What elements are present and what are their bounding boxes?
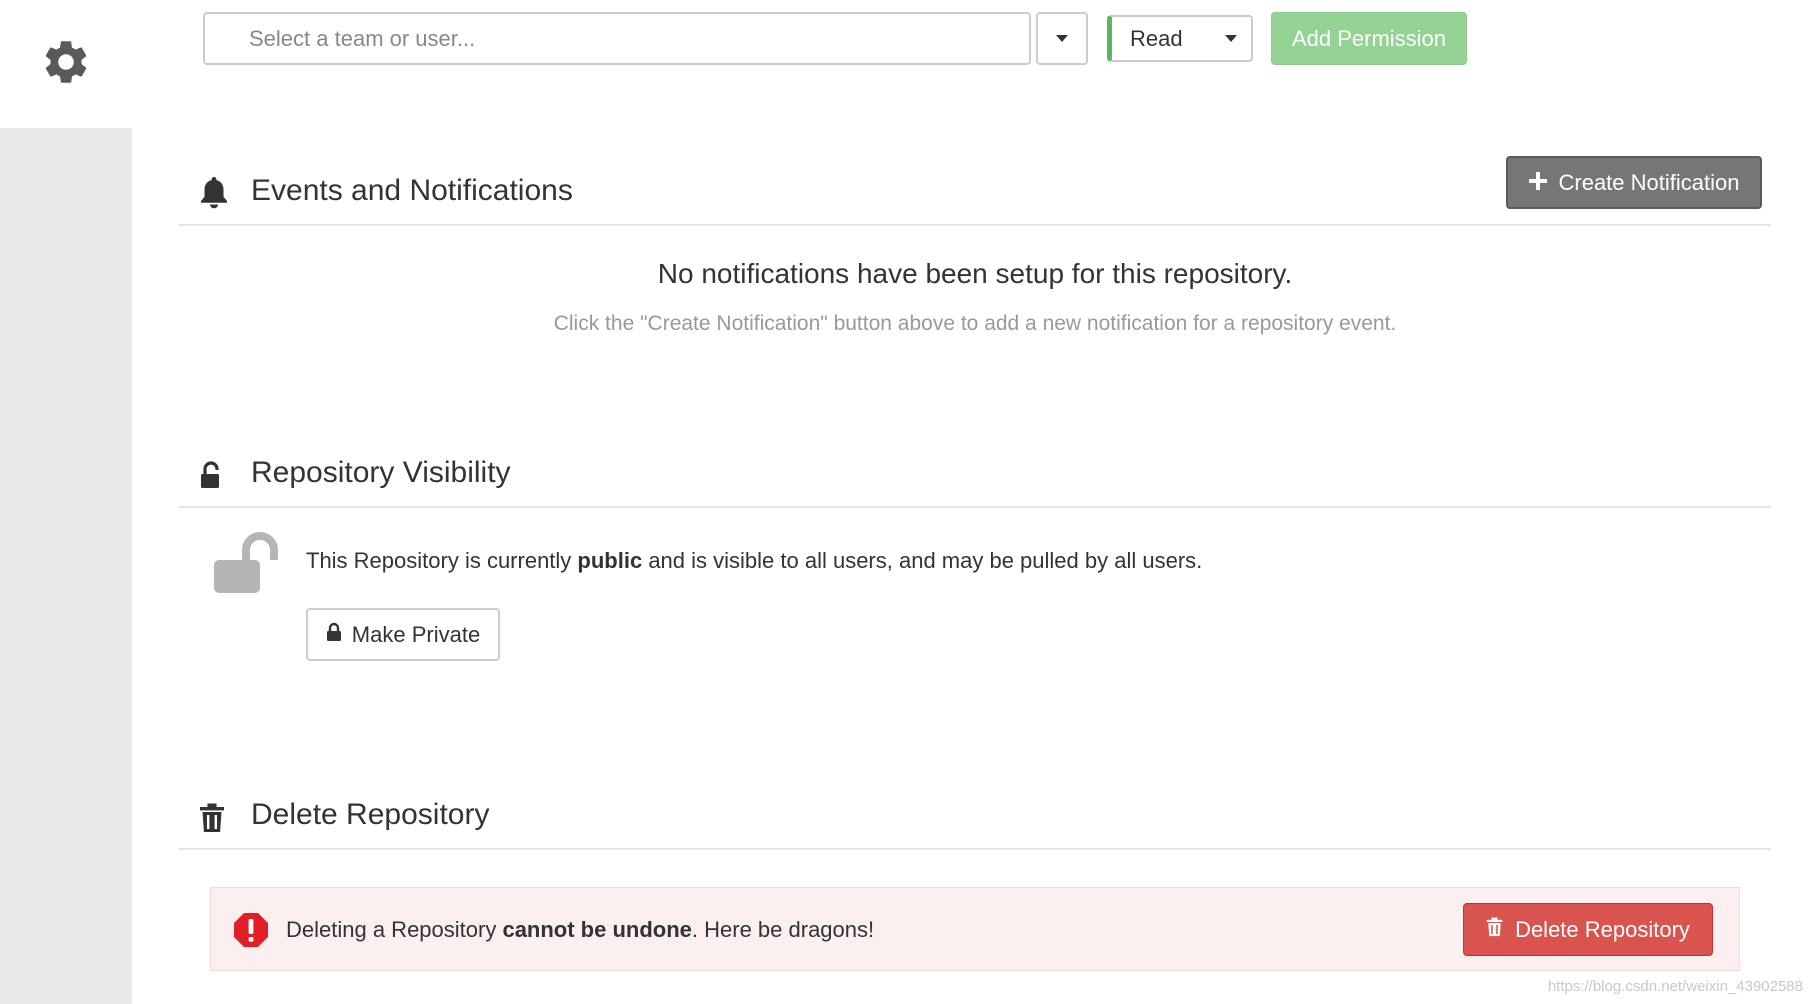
unlock-icon [199,460,225,492]
role-select-value: Read [1130,25,1183,51]
caret-down-icon [1225,35,1237,42]
make-private-button[interactable]: Make Private [306,608,500,661]
make-private-label: Make Private [351,621,481,647]
visibility-status-value: public [577,548,643,573]
sidebar-tab-settings[interactable] [0,0,132,128]
plus-icon [1528,170,1547,196]
trash-icon [1486,917,1503,943]
caret-down-icon [1056,35,1068,42]
delete-title: Delete Repository [251,798,490,831]
visibility-status-prefix: This Repository is currently [306,548,578,573]
visibility-status-suffix: and is visible to all users, and may be … [642,548,1203,573]
exclamation-octagon-icon [233,912,269,953]
add-permission-button[interactable]: Add Permission [1271,12,1467,65]
delete-repository-label: Delete Repository [1515,916,1690,942]
gear-icon [40,36,92,93]
delete-warning-prefix: Deleting a Repository [286,917,503,942]
notifications-title: Events and Notifications [251,174,573,207]
delete-warning-alert: Deleting a Repository cannot be undone. … [210,887,1740,971]
empty-notifications-subtitle: Click the "Create Notification" button a… [553,312,1397,335]
visibility-status-text: This Repository is currently public and … [306,548,1202,574]
delete-warning-suffix: . Here be dragons! [691,917,875,942]
entity-search-input[interactable] [203,12,1031,65]
entity-dropdown-toggle[interactable] [1036,12,1088,65]
empty-notifications-title: No notifications have been setup for thi… [657,258,1293,289]
create-notification-button[interactable]: Create Notification [1506,156,1762,209]
lock-icon [326,622,342,648]
visibility-title: Repository Visibility [251,456,511,489]
watermark-text: https://blog.csdn.net/weixin_43902588 [1547,978,1803,995]
delete-warning-emphasis: cannot be undone [502,917,692,942]
bell-icon [199,175,229,209]
delete-warning-text: Deleting a Repository cannot be undone. … [286,917,874,943]
add-permission-label: Add Permission [1291,25,1447,51]
delete-section-header: Delete Repository [179,792,1771,850]
trash-icon [199,803,225,833]
sidebar [0,0,132,1004]
role-select[interactable]: Read [1107,15,1253,62]
visibility-section-header: Repository Visibility [179,448,1771,508]
create-notification-label: Create Notification [1558,169,1740,195]
delete-repository-button[interactable]: Delete Repository [1463,903,1713,956]
unlock-large-icon [212,530,286,601]
